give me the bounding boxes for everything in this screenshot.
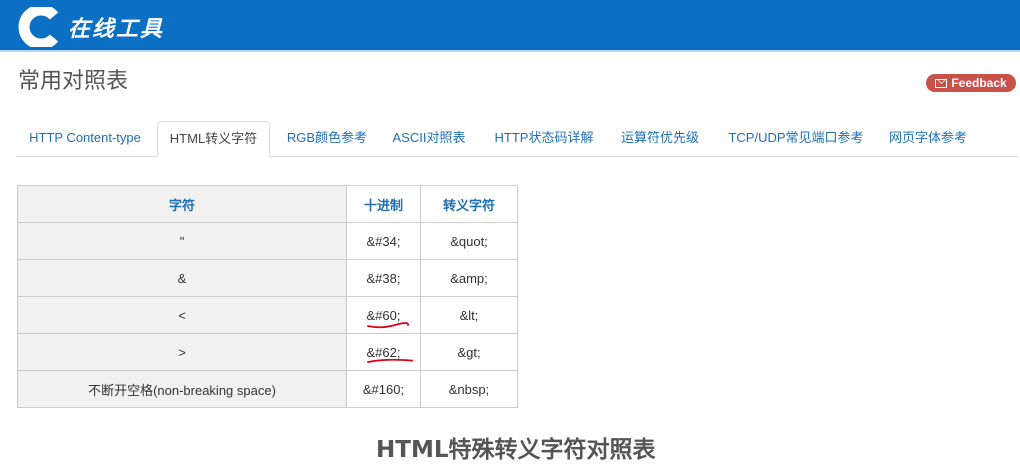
red-underline-annotation (367, 358, 413, 363)
table-row: > &#62; &gt; (17, 333, 518, 371)
escape-char-table: 字符 十进制 转义字符 " &#34; &quot; & &#38; &amp;… (17, 185, 518, 408)
tab-tcp-udp-ports[interactable]: TCP/UDP常见端口参考 (719, 121, 873, 157)
table-row: " &#34; &quot; (17, 222, 518, 260)
table-cell-char: > (17, 333, 347, 371)
section-title: HTML特殊转义字符对照表 (376, 437, 656, 463)
tab-html-escape[interactable]: HTML转义字符 (157, 121, 270, 158)
table-cell-escape: &lt; (420, 296, 518, 334)
column-header-decimal: 十进制 (346, 185, 421, 223)
mail-icon (935, 78, 948, 88)
logo-text: 在线工具 (68, 16, 165, 42)
table-cell-decimal: &#38; (346, 259, 421, 297)
table-cell-escape: &gt; (420, 333, 518, 371)
table-cell-decimal: &#34; (346, 222, 421, 260)
table-cell-escape: &amp; (420, 259, 518, 297)
table-cell-decimal: &#160; (346, 370, 421, 408)
table-cell-char: 不断开空格(non-breaking space) (17, 370, 347, 408)
table-cell-char: & (17, 259, 347, 297)
table-cell-decimal-annotated: &#60; (346, 296, 421, 334)
feedback-button[interactable]: Feedback (926, 74, 1016, 92)
table-row: < &#60; &lt; (17, 296, 518, 334)
table-header-row: 字符 十进制 转义字符 (17, 185, 518, 223)
column-header-char: 字符 (17, 185, 347, 223)
table-row: 不断开空格(non-breaking space) &#160; &nbsp; (17, 370, 518, 408)
site-header: 在线工具 (0, 0, 1020, 52)
red-underline-annotation (367, 322, 409, 329)
table-cell-escape: &nbsp; (420, 370, 518, 408)
tab-http-status[interactable]: HTTP状态码详解 (484, 121, 604, 157)
tab-rgb-colors[interactable]: RGB颜色参考 (274, 121, 380, 157)
tab-bar: HTTP Content-type HTML转义字符 RGB颜色参考 ASCII… (16, 121, 1018, 158)
logo-c-icon (18, 7, 59, 47)
table-cell-char: " (17, 222, 347, 260)
site-logo[interactable]: 在线工具 (16, 7, 165, 47)
tab-ascii[interactable]: ASCII对照表 (382, 121, 476, 157)
feedback-label: Feedback (951, 76, 1007, 90)
table-cell-char: < (17, 296, 347, 334)
tab-web-fonts[interactable]: 网页字体参考 (882, 121, 974, 157)
column-header-escape: 转义字符 (420, 185, 518, 223)
tab-operator-precedence[interactable]: 运算符优先级 (613, 121, 707, 157)
table-row: & &#38; &amp; (17, 259, 518, 297)
tab-http-content-type[interactable]: HTTP Content-type (16, 121, 154, 157)
table-cell-decimal-annotated: &#62; (346, 333, 421, 371)
page-title: 常用对照表 (18, 69, 129, 94)
table-cell-escape: &quot; (420, 222, 518, 260)
